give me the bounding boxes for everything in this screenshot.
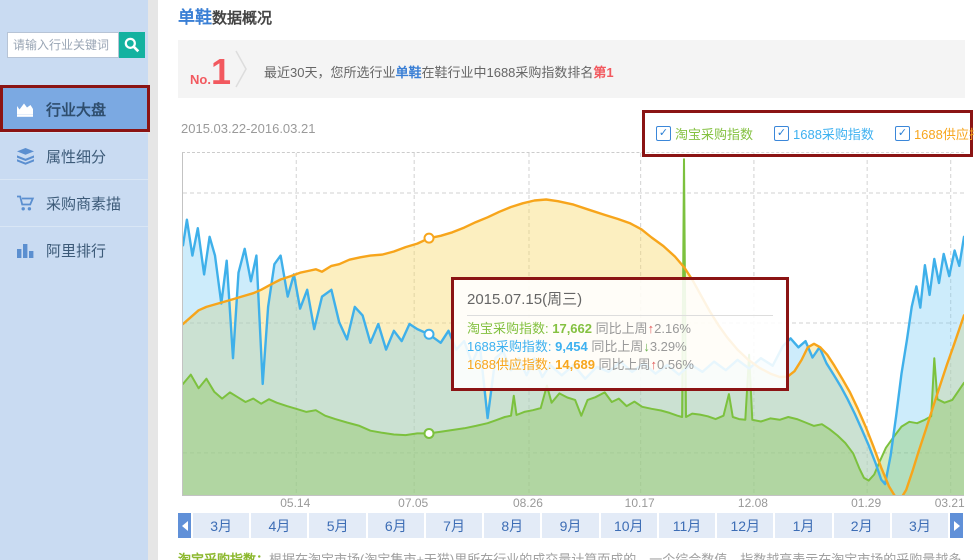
month-tab-9[interactable]: 11月 xyxy=(659,513,715,538)
checkbox-checked-icon[interactable]: ✓ xyxy=(774,126,789,141)
bar-chart-icon xyxy=(16,242,35,259)
month-tab-11[interactable]: 1月 xyxy=(775,513,831,538)
rank-text-middle: 在鞋行业中1688采购指数排名 xyxy=(421,65,593,80)
rank-text-rank: 第1 xyxy=(593,65,613,80)
tooltip-rows: 淘宝采购指数: 17,662 同比上周↑2.16%1688采购指数: 9,454… xyxy=(467,320,773,374)
pager-prev-button[interactable] xyxy=(178,513,191,538)
legend-label: 淘宝采购指数 xyxy=(675,124,753,143)
sidebar-item-label: 采购商素描 xyxy=(46,193,121,214)
month-tab-5[interactable]: 7月 xyxy=(426,513,482,538)
index-definition-note: 淘宝采购指数：根据在淘宝市场(淘宝集市+天猫)里所在行业的成交量计算而成的，一个… xyxy=(178,549,961,560)
legend-item-0[interactable]: ✓ 淘宝采购指数 xyxy=(656,124,753,143)
month-tab-6[interactable]: 8月 xyxy=(484,513,540,538)
search-icon xyxy=(123,36,141,54)
page-title-rest: 数据概况 xyxy=(212,10,272,27)
pager-next-button[interactable] xyxy=(950,513,963,538)
month-tab-4[interactable]: 6月 xyxy=(368,513,424,538)
tooltip-row: 1688供应指数: 14,689 同比上周↑0.56% xyxy=(467,356,773,374)
chevron-right-icon xyxy=(954,521,960,531)
rank-no-label: No. xyxy=(190,72,211,87)
x-tick-label: 07.05 xyxy=(398,496,428,510)
month-tab-2[interactable]: 4月 xyxy=(251,513,307,538)
note-text: 根据在淘宝市场(淘宝集市+天猫)里所在行业的成交量计算而成的，一个综合数值，指数… xyxy=(269,552,961,560)
sidebar-item-label: 属性细分 xyxy=(46,146,106,167)
page-title: 单鞋数据概况 xyxy=(178,3,272,28)
month-tab-1[interactable]: 3月 xyxy=(193,513,249,538)
sidebar-item-industry-market[interactable]: 行业大盘 xyxy=(0,85,148,132)
sidebar-item-label: 行业大盘 xyxy=(46,99,106,120)
month-pager: 3月4月5月6月7月8月9月10月11月12月1月2月3月 xyxy=(178,513,963,538)
legend-item-2[interactable]: ✓ 1688供应指数 xyxy=(895,124,974,143)
annotation-box-legend: ✓ 淘宝采购指数 ✓ 1688采购指数 ✓ 1688供应指数 xyxy=(642,110,973,157)
search-button[interactable] xyxy=(119,32,145,58)
chart-date-range: 2015.03.22-2016.03.21 xyxy=(181,121,315,136)
rank-no-value: 1 xyxy=(211,51,231,92)
rank-number: No.1 xyxy=(190,57,231,89)
industry-index-dashboard: 行业大盘属性细分采购商素描阿里排行 单鞋数据概况 No.1 最近30天，您所选行… xyxy=(0,0,974,560)
x-axis-labels: 05.14 07.05 08.26 10.17 12.08 01.29 03.21 xyxy=(182,496,963,512)
legend-label: 1688采购指数 xyxy=(793,124,874,143)
rank-banner: No.1 最近30天，您所选行业单鞋在鞋行业中1688采购指数排名第1 xyxy=(178,40,965,98)
tooltip-row: 淘宝采购指数: 17,662 同比上周↑2.16% xyxy=(467,320,773,338)
cart-icon xyxy=(16,195,35,212)
layers-icon xyxy=(16,148,35,165)
x-tick-label: 10.17 xyxy=(625,496,655,510)
x-tick-label: 08.26 xyxy=(513,496,543,510)
rank-description: 最近30天，您所选行业单鞋在鞋行业中1688采购指数排名第1 xyxy=(264,62,614,81)
tooltip-row: 1688采购指数: 9,454 同比上周↓3.29% xyxy=(467,338,773,356)
sidebar-item-buyer-profile[interactable]: 采购商素描 xyxy=(0,179,148,226)
month-tab-3[interactable]: 5月 xyxy=(309,513,365,538)
x-tick-label: 01.29 xyxy=(851,496,881,510)
note-label: 淘宝采购指数： xyxy=(178,552,269,560)
sidebar-item-ali-ranking[interactable]: 阿里排行 xyxy=(0,226,148,273)
divider-chevron-icon xyxy=(234,49,248,89)
x-tick-label: 12.08 xyxy=(738,496,768,510)
sidebar-divider xyxy=(148,0,158,560)
area-chart-icon xyxy=(16,101,35,118)
rank-text-keyword: 单鞋 xyxy=(395,65,421,80)
month-tab-7[interactable]: 9月 xyxy=(542,513,598,538)
x-tick-label: 05.14 xyxy=(280,496,310,510)
month-tab-13[interactable]: 3月 xyxy=(892,513,948,538)
sidebar: 行业大盘属性细分采购商素描阿里排行 xyxy=(0,0,148,560)
month-tab-12[interactable]: 2月 xyxy=(834,513,890,538)
industry-search xyxy=(7,32,145,58)
month-tab-8[interactable]: 10月 xyxy=(601,513,657,538)
sidebar-item-attribute-segment[interactable]: 属性细分 xyxy=(0,132,148,179)
checkbox-checked-icon[interactable]: ✓ xyxy=(656,126,671,141)
x-tick-label: 03.21 xyxy=(935,496,965,510)
page-title-keyword: 单鞋 xyxy=(178,8,212,27)
chevron-left-icon xyxy=(182,521,188,531)
sidebar-item-label: 阿里排行 xyxy=(46,240,106,261)
chart-tooltip: 2015.07.15(周三) 淘宝采购指数: 17,662 同比上周↑2.16%… xyxy=(451,277,789,391)
legend-item-1[interactable]: ✓ 1688采购指数 xyxy=(774,124,874,143)
search-input[interactable] xyxy=(7,32,119,58)
rank-text-prefix: 最近30天，您所选行业 xyxy=(264,65,395,80)
month-tab-10[interactable]: 12月 xyxy=(717,513,773,538)
checkbox-checked-icon[interactable]: ✓ xyxy=(895,126,910,141)
sidebar-menu: 行业大盘属性细分采购商素描阿里排行 xyxy=(0,85,148,273)
tooltip-date: 2015.07.15(周三) xyxy=(467,288,773,316)
legend-label: 1688供应指数 xyxy=(914,124,974,143)
